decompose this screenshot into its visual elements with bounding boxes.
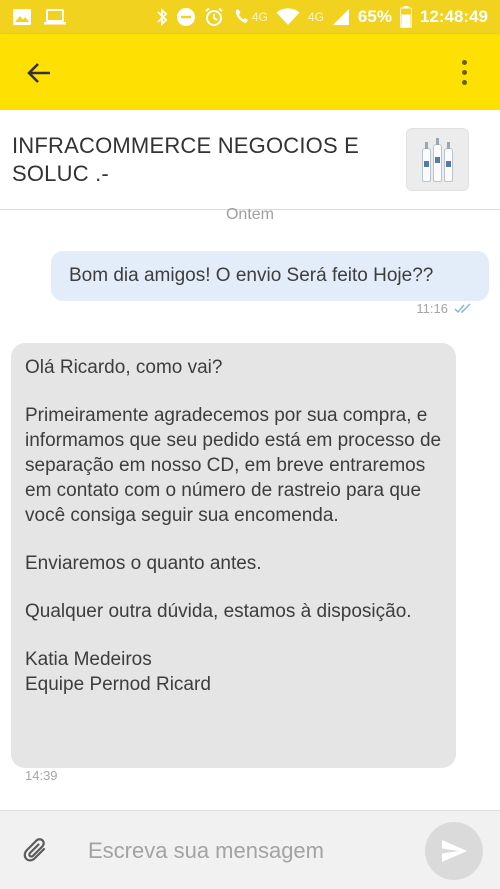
signature-name: Katia Medeiros bbox=[25, 649, 152, 670]
network-type-label: 4G bbox=[307, 10, 324, 24]
wifi-icon bbox=[276, 8, 300, 26]
seller-name: INFRACOMMERCE NEGOCIOS E SOLUC .- bbox=[12, 133, 360, 186]
outgoing-message-meta: 11:16 bbox=[416, 301, 472, 316]
laptop-icon bbox=[44, 8, 66, 26]
message-paragraph: Qualquer outra dúvida, estamos à disposi… bbox=[25, 601, 412, 622]
status-bar: 4G 4G 65% 12:48:49 bbox=[0, 0, 500, 34]
message-paragraph: Enviaremos o quanto antes. bbox=[25, 553, 262, 574]
clock: 12:48:49 bbox=[419, 7, 488, 26]
more-options-button[interactable] bbox=[452, 54, 476, 90]
message-signature: Katia Medeiros Equipe Pernod Ricard bbox=[25, 647, 442, 697]
signature-team: Equipe Pernod Ricard bbox=[25, 674, 211, 695]
more-vertical-icon bbox=[461, 59, 467, 65]
bottle-image bbox=[433, 138, 442, 182]
attach-button[interactable] bbox=[22, 837, 50, 865]
alarm-icon bbox=[204, 7, 224, 27]
bottle-image bbox=[422, 142, 431, 182]
product-thumbnail[interactable] bbox=[406, 128, 469, 191]
back-button[interactable] bbox=[22, 56, 56, 90]
arrow-back-icon bbox=[27, 63, 50, 83]
image-icon bbox=[12, 7, 32, 27]
app-bar bbox=[0, 34, 500, 110]
battery-percent: 65% bbox=[357, 7, 392, 26]
message-paragraph: Olá Ricardo, como vai? bbox=[25, 357, 223, 378]
bottle-image bbox=[444, 142, 453, 182]
incoming-message-time: 14:39 bbox=[25, 768, 58, 783]
message-text: Bom dia amigos! O envio Será feito Hoje?… bbox=[69, 265, 434, 286]
wifi-call-icon: 4G bbox=[232, 7, 268, 27]
conversation-header: INFRACOMMERCE NEGOCIOS E SOLUC .- bbox=[0, 110, 500, 210]
signal-icon bbox=[332, 8, 350, 26]
message-time: 11:16 bbox=[416, 301, 448, 316]
message-paragraph: Primeiramente agradecemos por sua compra… bbox=[25, 405, 442, 526]
send-icon bbox=[442, 840, 467, 862]
message-input[interactable] bbox=[78, 829, 408, 873]
double-check-icon bbox=[454, 303, 471, 314]
do-not-disturb-icon bbox=[176, 7, 196, 27]
paperclip-icon bbox=[23, 838, 46, 862]
day-separator: Ontem bbox=[225, 206, 274, 223]
bluetooth-icon bbox=[156, 7, 168, 27]
incoming-message-bubble: Olá Ricardo, como vai? Primeiramente agr… bbox=[11, 343, 456, 768]
send-button[interactable] bbox=[425, 822, 483, 880]
battery-icon bbox=[399, 6, 412, 28]
outgoing-message-bubble: Bom dia amigos! O envio Será feito Hoje?… bbox=[51, 251, 489, 301]
